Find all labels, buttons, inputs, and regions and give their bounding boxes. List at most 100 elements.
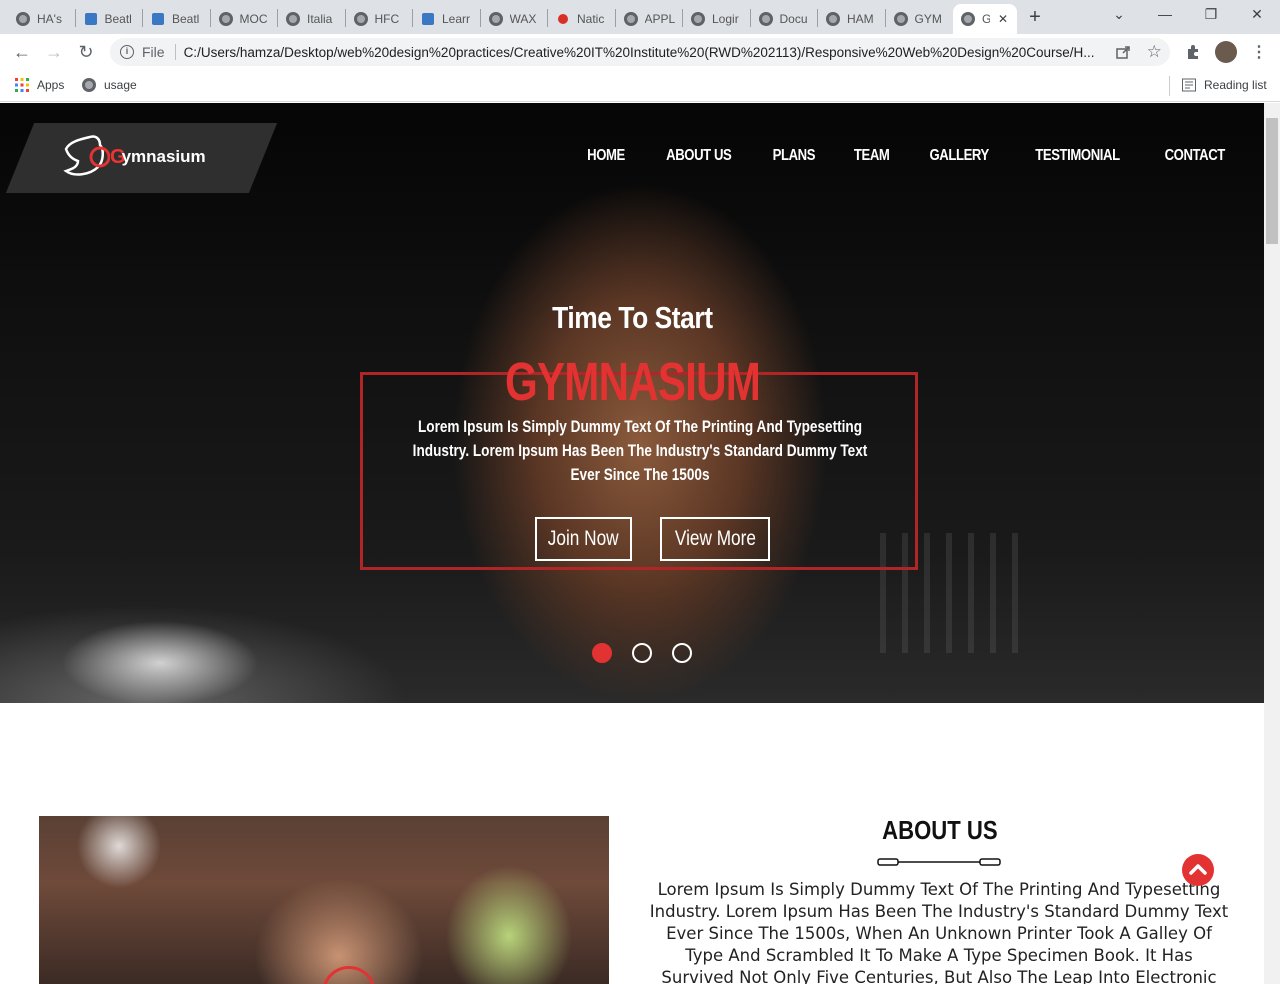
join-now-label: Join Now <box>548 527 619 550</box>
about-text: Lorem Ipsum Is Simply Dummy Text Of The … <box>649 880 1229 984</box>
globe-icon <box>961 12 975 26</box>
browser-tab[interactable]: Logir <box>683 4 743 34</box>
bookmarks-bar: Apps usage Reading list <box>0 70 1280 102</box>
browser-tab-label: G <box>982 12 990 26</box>
nav-link-about-us[interactable]: ABOUT US <box>666 147 732 165</box>
logo-text: ymnasium <box>121 147 206 166</box>
bookmark-usage-label: usage <box>104 78 137 92</box>
hero-section: Gymnasium HOME ABOUT US PLANS TEAM GALLERY TE… <box>0 103 1264 703</box>
reload-button[interactable]: ↻ <box>74 40 98 64</box>
browser-tab[interactable]: APPL <box>616 4 676 34</box>
menu-dots-icon[interactable]: ⋮ <box>1251 42 1267 62</box>
browser-tab[interactable]: Docu <box>751 4 811 34</box>
browser-tab[interactable]: Learr <box>413 4 473 34</box>
play-video-icon[interactable] <box>322 966 376 984</box>
reading-list[interactable]: Reading list <box>1182 78 1267 92</box>
bookmarks-divider <box>1169 76 1170 96</box>
back-button[interactable]: ← <box>10 40 34 64</box>
dumbbell-divider-icon <box>877 858 1001 866</box>
reading-list-icon <box>1182 78 1196 92</box>
hero-description-text: Lorem Ipsum Is Simply Dummy Text Of The … <box>412 417 868 484</box>
new-tab-button[interactable]: + <box>1024 6 1046 28</box>
site-info-icon[interactable]: i <box>120 45 134 59</box>
browser-tab[interactable]: MOC <box>211 4 271 34</box>
globe-icon <box>286 12 300 26</box>
browser-tab-bar: HA's Beatl Beatl MOC Italia HFC Learr WAX Natic A… <box>0 0 1280 34</box>
hero-title-text: GYMNASIUM <box>504 352 760 412</box>
browser-tab-label: HFC <box>374 12 400 26</box>
bookmark-apps[interactable]: Apps <box>15 78 64 92</box>
globe-icon <box>488 12 503 26</box>
bookmark-usage[interactable]: usage <box>82 78 137 92</box>
browser-tab-label: HAM <box>847 12 874 26</box>
globe-icon <box>16 12 30 26</box>
browser-tab-label: APPL <box>644 12 675 26</box>
extensions-icon[interactable] <box>1185 44 1201 60</box>
browser-tab-label: Italia <box>307 12 333 26</box>
nav-link-plans[interactable]: PLANS <box>773 147 816 165</box>
browser-tab[interactable]: G ✕ <box>953 4 1017 34</box>
globe-icon <box>826 12 840 26</box>
profile-avatar[interactable] <box>1215 41 1237 63</box>
globe-icon <box>758 12 773 26</box>
close-window-button[interactable]: ✕ <box>1242 6 1272 23</box>
slider-dot[interactable] <box>672 643 692 663</box>
scheme-label: File <box>142 44 165 60</box>
flexed-arm-icon <box>63 135 110 176</box>
tab-search-icon[interactable]: ⌄ <box>1104 6 1134 23</box>
hero-title: GYMNASIUM <box>0 351 1264 413</box>
browser-tab-label: Beatl <box>104 12 132 26</box>
browser-tab[interactable]: Beatl <box>143 4 203 34</box>
browser-tab-label: MOC <box>239 12 268 26</box>
scrollbar-thumb[interactable] <box>1266 118 1278 244</box>
site-icon <box>421 12 435 26</box>
address-bar[interactable]: i File C:/Users/hamza/Desktop/web%20desi… <box>110 38 1170 66</box>
browser-tab[interactable]: WAX <box>481 4 541 34</box>
view-more-label: View More <box>674 527 756 550</box>
slider-dot[interactable] <box>592 643 612 663</box>
minimize-button[interactable]: — <box>1150 6 1180 22</box>
globe-icon <box>218 12 233 26</box>
browser-tab[interactable]: Beatl <box>76 4 136 34</box>
browser-tab[interactable]: Italia <box>278 4 338 34</box>
scroll-to-top-button[interactable] <box>1182 854 1214 886</box>
nav-link-home[interactable]: HOME <box>587 147 625 165</box>
bookmark-star-icon[interactable]: ☆ <box>1147 42 1162 62</box>
forward-button[interactable]: → <box>42 40 66 64</box>
about-title: ABOUT US <box>640 815 1240 846</box>
site-icon <box>84 12 98 26</box>
about-title-text: ABOUT US <box>882 815 998 845</box>
join-now-button[interactable]: Join Now <box>535 517 632 561</box>
share-icon[interactable] <box>1115 44 1131 60</box>
apps-grid-icon <box>15 78 29 92</box>
browser-tab[interactable]: HFC <box>346 4 406 34</box>
nav-link-gallery[interactable]: GALLERY <box>930 147 990 165</box>
nav-link-testimonial[interactable]: TESTIMONIAL <box>1035 147 1120 165</box>
nav-link-contact[interactable]: CONTACT <box>1165 147 1226 165</box>
slider-dot[interactable] <box>632 643 652 663</box>
nav-link-team[interactable]: TEAM <box>854 147 890 165</box>
web-page: Gymnasium HOME ABOUT US PLANS TEAM GALLERY TE… <box>0 103 1264 984</box>
view-more-button[interactable]: View More <box>660 517 770 561</box>
browser-tab-label: HA's <box>37 12 62 26</box>
reading-list-label: Reading list <box>1204 78 1267 92</box>
restore-button[interactable]: ❐ <box>1196 6 1226 23</box>
site-icon <box>151 12 165 26</box>
bookmark-apps-label: Apps <box>37 78 65 92</box>
browser-tab-label: Docu <box>779 12 808 26</box>
browser-tab[interactable]: HA's <box>8 4 68 34</box>
hero-subtitle: Time To Start <box>0 300 1264 336</box>
browser-tab[interactable]: GYM <box>886 4 946 34</box>
browser-tab[interactable]: HAM <box>818 4 878 34</box>
browser-tab-label: Natic <box>577 12 605 26</box>
url-text[interactable]: C:/Users/hamza/Desktop/web%20design%20pr… <box>184 45 1109 60</box>
browser-tab-label: WAX <box>509 12 537 26</box>
globe-icon <box>893 12 908 26</box>
site-logo[interactable]: Gymnasium <box>60 131 206 183</box>
browser-toolbar: ← → ↻ i File C:/Users/hamza/Desktop/web%… <box>0 34 1280 70</box>
browser-tab-label: Learr <box>442 12 471 26</box>
close-tab-icon[interactable]: ✕ <box>998 12 1008 26</box>
browser-tab-label: Logir <box>712 12 739 26</box>
main-navigation: HOME ABOUT US PLANS TEAM GALLERY TESTIMONIAL C… <box>583 147 1232 165</box>
browser-tab[interactable]: Natic <box>548 4 608 34</box>
